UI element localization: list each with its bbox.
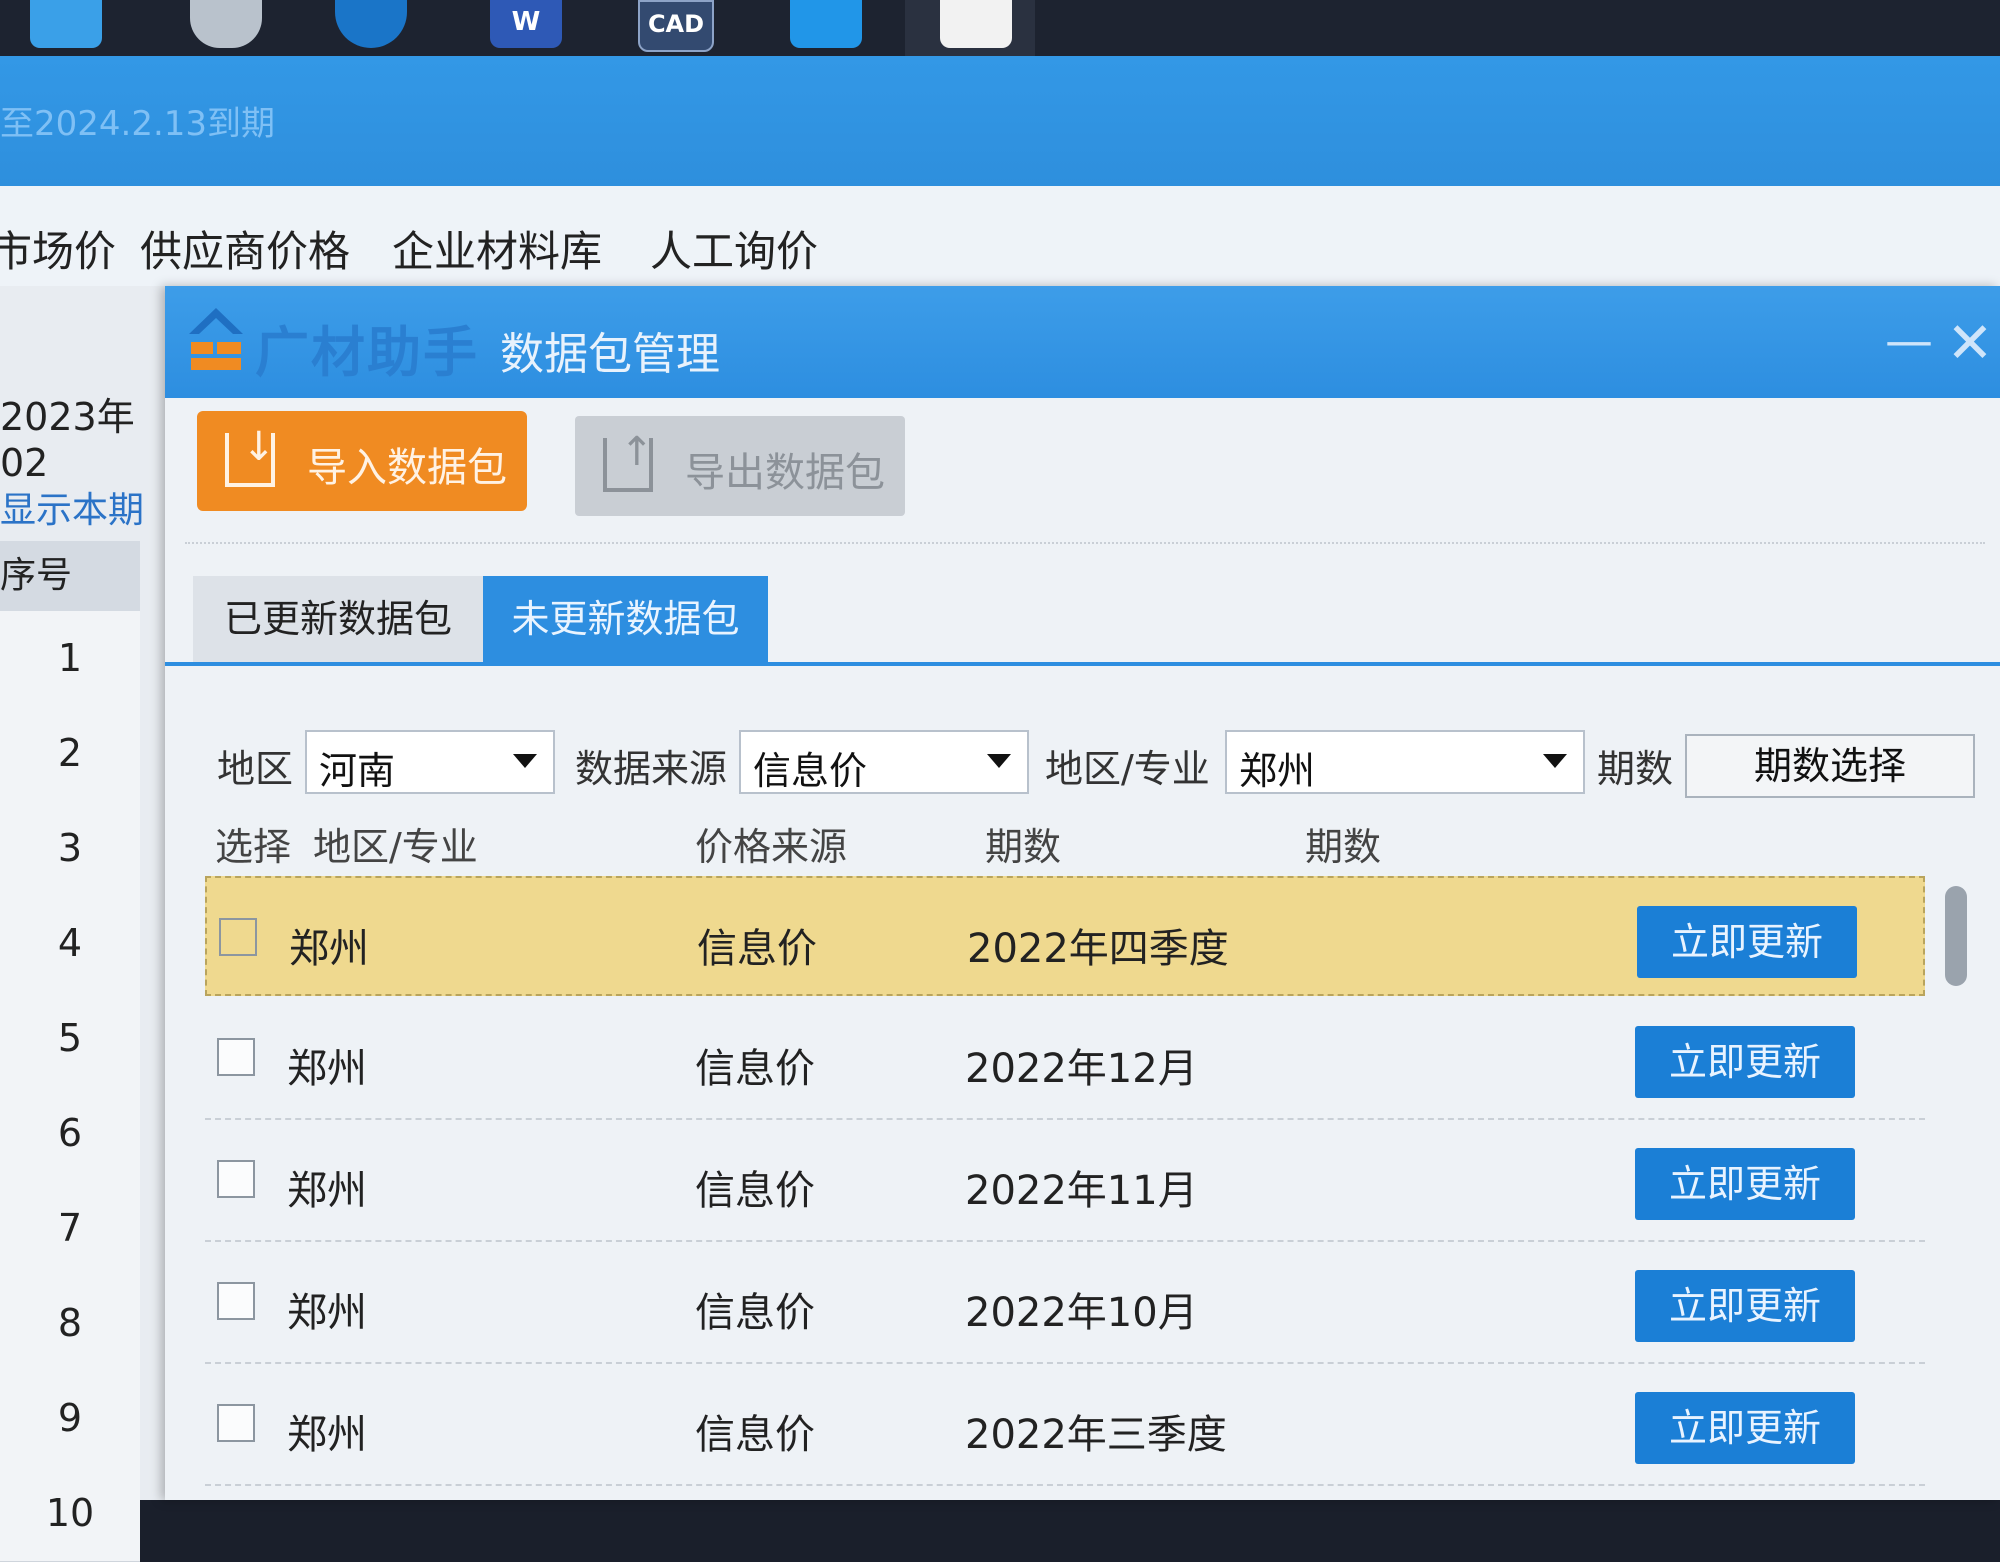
region-select[interactable]: 河南 xyxy=(305,730,555,794)
row-region: 郑州 xyxy=(287,1412,367,1458)
row-source: 信息价 xyxy=(697,926,817,972)
menu-material-library[interactable]: 企业材料库 xyxy=(392,218,602,279)
row-period: 2022年三季度 xyxy=(965,1412,1227,1458)
row-checkbox[interactable] xyxy=(217,1404,255,1442)
chevron-down-icon xyxy=(1543,754,1567,768)
update-now-button[interactable]: 立即更新 xyxy=(1635,1270,1855,1342)
export-icon: ↑ xyxy=(603,432,654,492)
bg-row-number: 2 xyxy=(0,706,140,802)
table-row[interactable]: 郑州 信息价 2022年10月 立即更新 xyxy=(205,1242,1925,1364)
area-select[interactable]: 郑州 xyxy=(1225,730,1585,794)
tab-updated-packages[interactable]: 已更新数据包 xyxy=(193,576,483,662)
bg-left-panel: 2023年02 显示本期价 序号 1 2 3 4 5 6 7 8 9 10 xyxy=(0,286,165,1562)
update-now-button[interactable]: 立即更新 xyxy=(1637,906,1857,978)
table-row[interactable]: 郑州 信息价 2022年三季度 立即更新 xyxy=(205,1364,1925,1486)
list-scrollbar[interactable] xyxy=(1945,886,1967,986)
row-period: 2022年12月 xyxy=(965,1046,1198,1092)
source-value: 信息价 xyxy=(753,749,868,793)
area-label: 地区/专业 xyxy=(1045,747,1210,791)
bg-row-number: 7 xyxy=(0,1181,140,1277)
bg-date: 2023年02 xyxy=(0,395,135,485)
row-period: 2022年11月 xyxy=(965,1168,1198,1214)
row-source: 信息价 xyxy=(695,1046,815,1092)
export-label: 导出数据包 xyxy=(685,450,885,496)
table-row[interactable]: 郑州 信息价 2022年11月 立即更新 xyxy=(205,1120,1925,1242)
edge-icon[interactable] xyxy=(335,0,407,48)
package-manager-dialog: 广材助手 数据包管理 — ✕ ↓ 导入数据包 ↑ 导出数据包 已更新数据包 未更… xyxy=(165,286,2000,1500)
col-region: 地区/专业 xyxy=(313,825,478,869)
close-icon[interactable]: ✕ xyxy=(1945,316,1995,372)
export-package-button[interactable]: ↑ 导出数据包 xyxy=(575,416,905,516)
pin-icon[interactable] xyxy=(790,0,862,48)
table-row[interactable]: 郑州 信息价 2022年四季度 立即更新 xyxy=(205,876,1925,996)
update-now-button[interactable]: 立即更新 xyxy=(1635,1392,1855,1464)
bg-row-number: 9 xyxy=(0,1371,140,1467)
row-period: 2022年四季度 xyxy=(967,926,1229,972)
row-checkbox[interactable] xyxy=(217,1038,255,1076)
package-list: 郑州 信息价 2022年四季度 立即更新 郑州 信息价 2022年12月 立即更… xyxy=(205,876,1995,1496)
taskbar: W CAD xyxy=(0,0,2000,62)
row-checkbox[interactable] xyxy=(219,918,257,956)
bg-row-number: 5 xyxy=(0,991,140,1087)
bg-menubar: 市场价 供应商价格 企业材料库 人工询价 xyxy=(0,186,2000,286)
brand-name: 广材助手 xyxy=(255,321,479,384)
bg-window-title: 至2024.2.13到期 xyxy=(0,104,276,144)
col-price-source: 价格来源 xyxy=(695,825,848,869)
row-region: 郑州 xyxy=(289,926,369,972)
tab-pending-packages[interactable]: 未更新数据包 xyxy=(483,576,768,662)
period-label: 期数 xyxy=(1597,747,1674,791)
chat-icon[interactable] xyxy=(190,0,262,48)
toolbar-divider xyxy=(185,542,1985,544)
chevron-down-icon xyxy=(987,754,1011,768)
row-source: 信息价 xyxy=(695,1412,815,1458)
menu-manual-inquiry[interactable]: 人工询价 xyxy=(650,218,818,279)
word-icon[interactable]: W xyxy=(490,0,562,48)
import-icon: ↓ xyxy=(225,427,276,487)
update-now-button[interactable]: 立即更新 xyxy=(1635,1026,1855,1098)
source-label: 数据来源 xyxy=(575,747,728,791)
col-select: 选择 xyxy=(215,825,292,869)
menu-supplier-price[interactable]: 供应商价格 xyxy=(140,218,350,279)
chevron-down-icon xyxy=(513,754,537,768)
guangcai-logo-icon xyxy=(189,308,243,370)
bg-row-number: 6 xyxy=(0,1086,140,1182)
row-region: 郑州 xyxy=(287,1168,367,1214)
region-label: 地区 xyxy=(217,747,294,791)
menu-market-price[interactable]: 市场价 xyxy=(0,218,116,279)
row-checkbox[interactable] xyxy=(217,1160,255,1198)
table-row[interactable]: 郑州 信息价 2022年12月 立即更新 xyxy=(205,998,1925,1120)
row-checkbox[interactable] xyxy=(217,1282,255,1320)
dialog-title: 数据包管理 xyxy=(500,329,720,380)
minimize-icon[interactable]: — xyxy=(1885,317,1933,366)
row-region: 郑州 xyxy=(287,1290,367,1336)
bg-row-number: 10 xyxy=(0,1466,140,1562)
index-column-header: 序号 xyxy=(0,541,140,611)
bg-row-number: 3 xyxy=(0,801,140,897)
dialog-titlebar: 广材助手 数据包管理 — ✕ xyxy=(165,286,2000,398)
region-value: 河南 xyxy=(319,749,396,793)
col-period-2: 期数 xyxy=(1305,825,1382,869)
source-select[interactable]: 信息价 xyxy=(739,730,1029,794)
tab-underline xyxy=(165,662,2000,666)
col-period: 期数 xyxy=(985,825,1062,869)
area-value: 郑州 xyxy=(1239,749,1316,793)
row-source: 信息价 xyxy=(695,1290,815,1336)
row-source: 信息价 xyxy=(695,1168,815,1214)
import-label: 导入数据包 xyxy=(307,445,507,491)
guangcai-icon[interactable] xyxy=(940,0,1012,48)
bg-row-number: 1 xyxy=(0,611,140,707)
row-region: 郑州 xyxy=(287,1046,367,1092)
bg-row-number: 8 xyxy=(0,1276,140,1372)
row-period: 2022年10月 xyxy=(965,1290,1198,1336)
update-now-button[interactable]: 立即更新 xyxy=(1635,1148,1855,1220)
app1-icon[interactable] xyxy=(30,0,102,48)
bg-titlebar: 至2024.2.13到期 xyxy=(0,56,2000,186)
cad-icon[interactable]: CAD xyxy=(638,0,714,52)
import-package-button[interactable]: ↓ 导入数据包 xyxy=(197,411,527,511)
bg-row-number: 4 xyxy=(0,896,140,992)
period-select-button[interactable]: 期数选择 xyxy=(1685,734,1975,798)
